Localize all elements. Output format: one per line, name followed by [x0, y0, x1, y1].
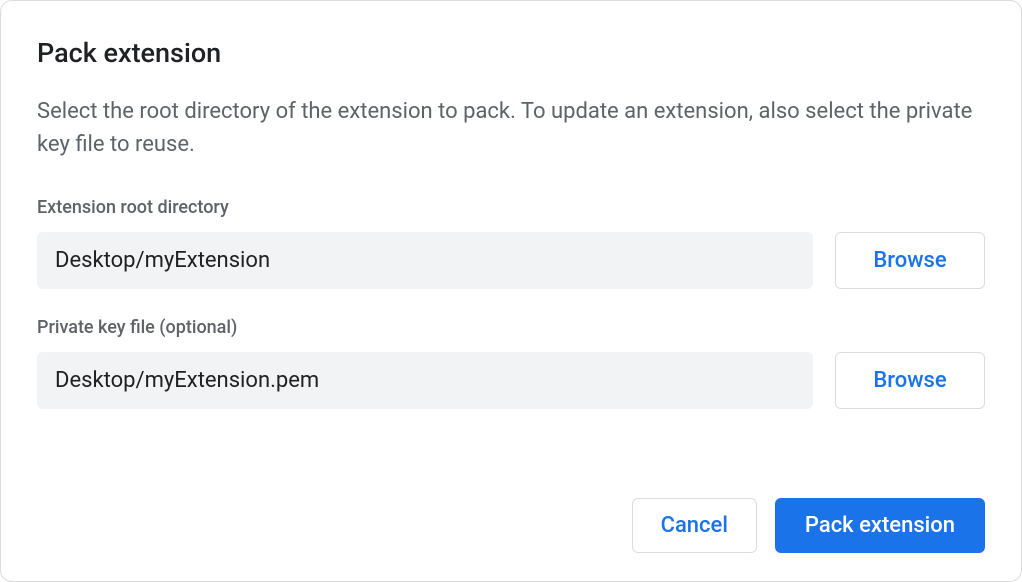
private-key-label: Private key file (optional): [37, 317, 985, 338]
dialog-footer: Cancel Pack extension: [37, 498, 985, 553]
root-directory-input[interactable]: [37, 232, 813, 289]
dialog-title: Pack extension: [37, 37, 985, 69]
private-key-row: Browse: [37, 352, 985, 409]
pack-extension-button[interactable]: Pack extension: [775, 498, 985, 553]
root-directory-label: Extension root directory: [37, 197, 985, 218]
private-key-field: Private key file (optional) Browse: [37, 317, 985, 437]
cancel-button[interactable]: Cancel: [632, 498, 757, 553]
private-key-input[interactable]: [37, 352, 813, 409]
pack-extension-dialog: Pack extension Select the root directory…: [0, 0, 1022, 582]
browse-root-button[interactable]: Browse: [835, 232, 985, 289]
browse-key-button[interactable]: Browse: [835, 352, 985, 409]
root-directory-row: Browse: [37, 232, 985, 289]
root-directory-field: Extension root directory Browse: [37, 197, 985, 317]
dialog-description: Select the root directory of the extensi…: [37, 95, 985, 161]
